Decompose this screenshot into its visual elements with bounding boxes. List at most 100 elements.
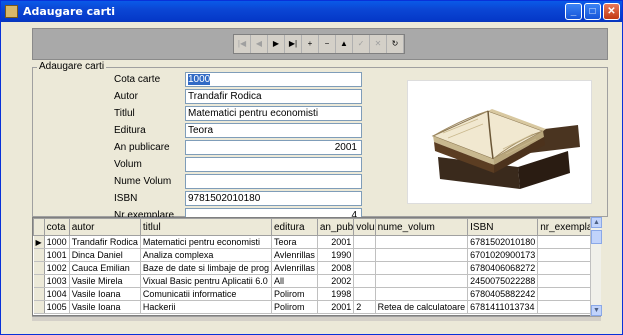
cell-cota[interactable]: 1003 [44, 274, 70, 288]
cell-cota[interactable]: 1001 [44, 248, 70, 262]
insert-record-button[interactable]: + [302, 35, 319, 53]
grid-vertical-scrollbar[interactable]: ▲ ▼ [590, 217, 602, 316]
column-header-titlul[interactable]: titlul [139, 218, 272, 236]
column-header-isbn[interactable]: ISBN [467, 218, 539, 236]
cell-an-pub[interactable]: 2008 [317, 261, 355, 275]
books-grid[interactable]: cota autor titlul editura an_pub volu nume_vol… [32, 217, 600, 316]
table-row[interactable]: 1003 Vasile Mirela Vixual Basic pentru Apl… [33, 274, 599, 288]
first-record-button[interactable]: |◀ [234, 35, 251, 53]
column-header-autor[interactable]: autor [68, 218, 141, 236]
current-row-icon[interactable]: ▶ [33, 235, 45, 249]
cell-editura[interactable]: Polirom [271, 287, 318, 301]
cell-an-pub[interactable]: 2002 [317, 274, 355, 288]
field-nume-volum[interactable] [185, 174, 362, 189]
scroll-thumb[interactable] [591, 230, 602, 244]
cell-isbn[interactable]: 6781502010180 [467, 235, 539, 249]
table-row[interactable]: 1001 Dinca Daniel Analiza complexa Avlenril… [33, 248, 599, 262]
row-indicator[interactable] [33, 261, 45, 275]
cell-nume-volum[interactable] [375, 248, 469, 262]
cell-volu[interactable]: 2 [353, 300, 376, 314]
cell-autor[interactable]: Vasile Ioana [69, 287, 141, 301]
column-header-volu[interactable]: volu [353, 218, 376, 236]
cancel-edit-button[interactable]: ✕ [370, 35, 387, 53]
grid-horizontal-edge [32, 316, 601, 321]
cell-editura[interactable]: Avlenrillas [271, 248, 318, 262]
cell-editura[interactable]: All [271, 274, 318, 288]
next-record-button[interactable]: ▶ [268, 35, 285, 53]
column-header-cota[interactable]: cota [43, 218, 70, 236]
cell-isbn[interactable]: 2450075022288 [467, 274, 539, 288]
cell-an-pub[interactable]: 2001 [317, 235, 355, 249]
cell-volu[interactable] [353, 248, 376, 262]
field-editura[interactable]: Teora [185, 123, 362, 138]
table-row[interactable]: 1005 Vasile Ioana Hackerii Polirom 2001 2 Rete… [33, 300, 599, 314]
edit-record-button[interactable]: ▲ [336, 35, 353, 53]
column-header-editura[interactable]: editura [270, 218, 318, 236]
cell-cota[interactable]: 1002 [44, 261, 70, 275]
selected-text: 1000 [188, 74, 211, 85]
cell-autor[interactable]: Cauca Emilian [69, 261, 141, 275]
field-titlul[interactable]: Matematici pentru economisti [185, 106, 362, 121]
cell-an-pub[interactable]: 1990 [317, 248, 355, 262]
last-record-button[interactable]: ▶| [285, 35, 302, 53]
cell-isbn[interactable]: 6780406068272 [467, 261, 539, 275]
cell-volu[interactable] [353, 235, 376, 249]
row-indicator[interactable] [33, 248, 45, 262]
field-an-publicare[interactable]: 2001 [185, 140, 362, 155]
cell-titlul[interactable]: Hackerii [140, 300, 272, 314]
cell-volu[interactable] [353, 287, 376, 301]
cell-titlul[interactable]: Comunicatii informatice [140, 287, 272, 301]
cell-editura[interactable]: Avlenrillas [271, 261, 318, 275]
cell-nume-volum[interactable] [375, 287, 469, 301]
cell-titlul[interactable]: Vixual Basic pentru Aplicatii 6.0 [140, 274, 272, 288]
book-image [407, 80, 592, 204]
cell-nume-volum[interactable] [375, 274, 469, 288]
cell-volu[interactable] [353, 274, 376, 288]
row-indicator[interactable] [33, 287, 45, 301]
cell-autor[interactable]: Dinca Daniel [69, 248, 141, 262]
title-bar[interactable]: Adaugare carti _ □ ✕ [1, 1, 622, 22]
cell-an-pub[interactable]: 1998 [317, 287, 355, 301]
minimize-button[interactable]: _ [565, 3, 582, 20]
app-icon [5, 5, 18, 18]
field-cota-carte[interactable]: 1000 [185, 72, 362, 87]
maximize-button[interactable]: □ [584, 3, 601, 20]
column-header-nume-volum[interactable]: nume_volum [374, 218, 469, 236]
cell-cota[interactable]: 1005 [44, 300, 70, 314]
cell-titlul[interactable]: Baze de date si limbaje de prog [140, 261, 272, 275]
label-isbn: ISBN [114, 193, 138, 204]
scroll-down-icon[interactable]: ▼ [591, 305, 602, 316]
cell-volu[interactable] [353, 261, 376, 275]
field-autor[interactable]: Trandafir Rodica [185, 89, 362, 104]
table-row[interactable]: 1004 Vasile Ioana Comunicatii informatice P… [33, 287, 599, 301]
cell-isbn[interactable]: 6781411013734 [467, 300, 539, 314]
post-record-button[interactable]: ✓ [353, 35, 370, 53]
row-indicator[interactable] [33, 300, 45, 314]
cell-titlul[interactable]: Matematici pentru economisti [140, 235, 272, 249]
cell-autor[interactable]: Vasile Ioana [69, 300, 141, 314]
refresh-button[interactable]: ↻ [387, 35, 404, 53]
cell-cota[interactable]: 1004 [44, 287, 70, 301]
field-isbn[interactable]: 9781502010180 [185, 191, 362, 206]
row-indicator[interactable] [33, 274, 45, 288]
cell-cota[interactable]: 1000 [44, 235, 70, 249]
cell-nume-volum[interactable] [375, 235, 469, 249]
cell-isbn[interactable]: 6701020900173 [467, 248, 539, 262]
cell-autor[interactable]: Vasile Mirela [69, 274, 141, 288]
cell-autor[interactable]: Trandafir Rodica [69, 235, 141, 249]
close-button[interactable]: ✕ [603, 3, 620, 20]
cell-nume-volum[interactable] [375, 261, 469, 275]
field-volum[interactable] [185, 157, 362, 172]
column-header-an-pub[interactable]: an_pub [316, 218, 355, 236]
cell-editura[interactable]: Polirom [271, 300, 318, 314]
table-row[interactable]: 1002 Cauca Emilian Baze de date si limbaje… [33, 261, 599, 275]
cell-nume-volum[interactable]: Retea de calculatoare [375, 300, 469, 314]
table-row[interactable]: ▶ 1000 Trandafir Rodica Matematici pentru e… [33, 235, 599, 249]
cell-editura[interactable]: Teora [271, 235, 318, 249]
cell-isbn[interactable]: 6780405882242 [467, 287, 539, 301]
scroll-up-icon[interactable]: ▲ [591, 217, 602, 228]
cell-an-pub[interactable]: 2001 [317, 300, 355, 314]
delete-record-button[interactable]: − [319, 35, 336, 53]
prior-record-button[interactable]: ◀ [251, 35, 268, 53]
cell-titlul[interactable]: Analiza complexa [140, 248, 272, 262]
